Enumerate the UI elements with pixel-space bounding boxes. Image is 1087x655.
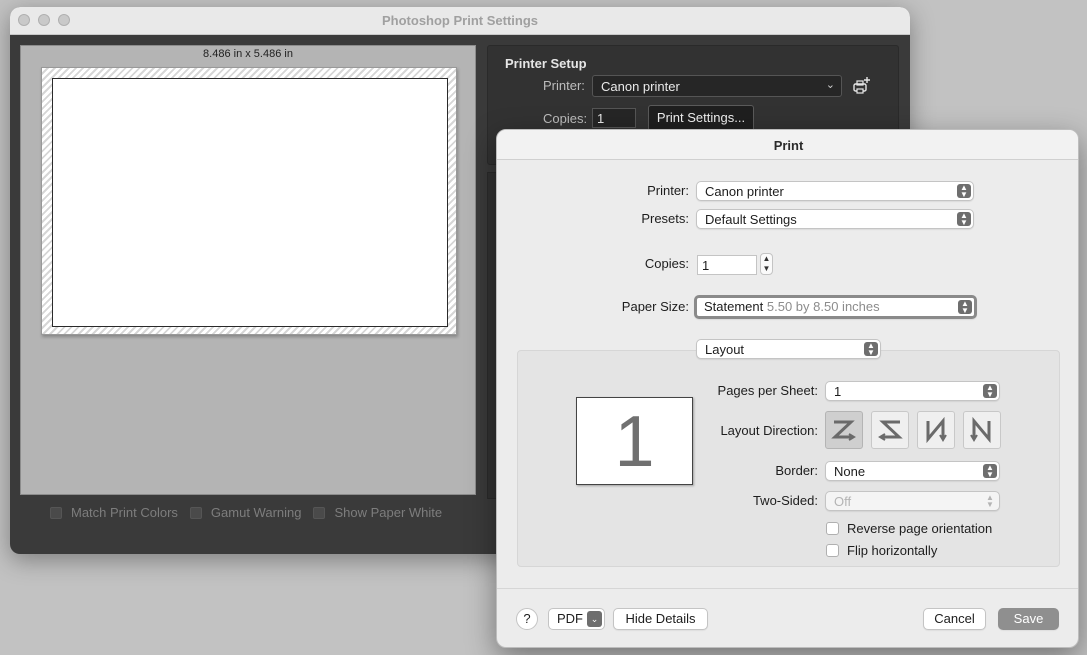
- gamut-warning-checkbox[interactable]: [189, 506, 202, 519]
- layout-direction-reverse-n-button[interactable]: [963, 411, 1001, 449]
- updown-arrows-icon: ▲ ▼: [958, 300, 972, 315]
- match-print-colors-label: Match Print Colors: [71, 505, 178, 520]
- help-button[interactable]: ?: [516, 608, 538, 630]
- two-sided-value: Off: [834, 494, 852, 509]
- z-direction-icon: [831, 420, 856, 441]
- ps-copies-input[interactable]: 1: [592, 108, 636, 128]
- reverse-orientation-option[interactable]: Reverse page orientation: [826, 521, 992, 536]
- two-sided-label: Two-Sided:: [752, 493, 818, 508]
- updown-arrows-icon: ▲ ▼: [864, 342, 878, 357]
- section-value: Layout: [705, 342, 745, 357]
- window-titlebar: Photoshop Print Settings: [10, 7, 910, 35]
- printer-value: Canon printer: [705, 184, 784, 199]
- updown-arrows-icon: ▲ ▼: [983, 464, 997, 479]
- dialog-title: Print: [773, 138, 804, 153]
- presets-label: Presets:: [641, 211, 689, 226]
- two-sided-popup: Off ▲ ▼: [825, 491, 1000, 511]
- reverse-orientation-checkbox[interactable]: [826, 522, 839, 535]
- presets-value: Default Settings: [705, 212, 797, 227]
- print-dialog: Print Printer: Canon printer ▲ ▼ Presets:…: [496, 129, 1079, 648]
- show-paper-white-option[interactable]: Show Paper White: [313, 505, 442, 520]
- copies-input[interactable]: 1: [697, 255, 757, 275]
- dialog-header: Print: [497, 130, 1078, 160]
- gamut-warning-option[interactable]: Gamut Warning: [189, 505, 302, 520]
- chevron-down-icon: ⌄: [825, 79, 835, 91]
- printer-label: Printer:: [647, 183, 689, 198]
- print-preview-area: 8.486 in x 5.486 in: [20, 45, 476, 495]
- border-value: None: [834, 464, 866, 479]
- cancel-button[interactable]: Cancel: [923, 608, 986, 630]
- flip-horizontally-checkbox[interactable]: [826, 544, 839, 557]
- layout-direction-reverse-z-button[interactable]: [871, 411, 909, 449]
- border-popup[interactable]: None ▲ ▼: [825, 461, 1000, 481]
- border-label: Border:: [775, 463, 818, 478]
- preview-dimensions: 8.486 in x 5.486 in: [203, 48, 293, 60]
- layout-direction-n-button[interactable]: [917, 411, 955, 449]
- reverse-z-direction-icon: [878, 420, 903, 441]
- printer-setup-title: Printer Setup: [505, 56, 587, 71]
- preview-paper: [41, 67, 457, 335]
- match-print-colors-checkbox[interactable]: [50, 506, 62, 519]
- window-title: Photoshop Print Settings: [382, 13, 538, 28]
- paper-size-value: Statement: [704, 299, 764, 314]
- printer-popup[interactable]: Canon printer ▲ ▼: [696, 181, 974, 201]
- paper-size-label: Paper Size:: [621, 299, 689, 314]
- flip-horizontally-label: Flip horizontally: [847, 543, 938, 558]
- presets-popup[interactable]: Default Settings ▲ ▼: [696, 209, 974, 229]
- section-popup[interactable]: Layout ▲ ▼: [696, 339, 881, 359]
- show-paper-white-label: Show Paper White: [334, 505, 443, 520]
- save-button[interactable]: Save: [998, 608, 1059, 630]
- updown-arrows-icon: ▲ ▼: [983, 384, 997, 399]
- printer-icon[interactable]: [852, 76, 872, 96]
- updown-arrows-icon: ▲ ▼: [957, 184, 971, 199]
- updown-arrows-icon: ▲ ▼: [986, 493, 994, 509]
- paper-size-detail: 5.50 by 8.50 inches: [766, 299, 880, 314]
- gamut-warning-label: Gamut Warning: [210, 505, 302, 520]
- updown-arrows-icon: ▲ ▼: [957, 212, 971, 227]
- chevron-down-icon: ⌄: [587, 611, 602, 627]
- ps-printer-value: Canon printer: [601, 79, 680, 94]
- hide-details-button[interactable]: Hide Details: [613, 608, 708, 630]
- print-settings-button[interactable]: Print Settings...: [648, 105, 754, 131]
- pdf-label: PDF: [557, 611, 583, 626]
- footer-divider: [497, 588, 1078, 589]
- reverse-orientation-label: Reverse page orientation: [847, 521, 993, 536]
- ps-printer-label: Printer:: [543, 78, 585, 93]
- layout-preview: 1: [576, 397, 693, 485]
- copies-label: Copies:: [644, 256, 689, 271]
- n-direction-icon: [926, 416, 947, 444]
- preview-options: Match Print Colors Gamut Warning Show Pa…: [50, 505, 442, 520]
- copies-stepper[interactable]: ▲ ▼: [760, 253, 773, 275]
- layout-direction-z-button[interactable]: [825, 411, 863, 449]
- show-paper-white-checkbox[interactable]: [313, 506, 326, 519]
- pages-per-sheet-label: Pages per Sheet:: [717, 383, 818, 398]
- reverse-n-direction-icon: [970, 416, 991, 444]
- flip-horizontally-option[interactable]: Flip horizontally: [826, 543, 937, 558]
- layout-direction-label: Layout Direction:: [720, 423, 818, 438]
- ps-copies-label: Copies:: [543, 111, 588, 126]
- paper-size-popup[interactable]: Statement 5.50 by 8.50 inches ▲ ▼: [694, 295, 977, 319]
- pdf-menu-button[interactable]: PDF ⌄: [548, 608, 605, 630]
- pages-per-sheet-value: 1: [834, 384, 842, 399]
- match-print-colors-option[interactable]: Match Print Colors: [50, 505, 178, 520]
- pages-per-sheet-popup[interactable]: 1 ▲ ▼: [825, 381, 1000, 401]
- ps-printer-select[interactable]: Canon printer ⌄: [592, 75, 842, 97]
- preview-image[interactable]: [52, 78, 448, 327]
